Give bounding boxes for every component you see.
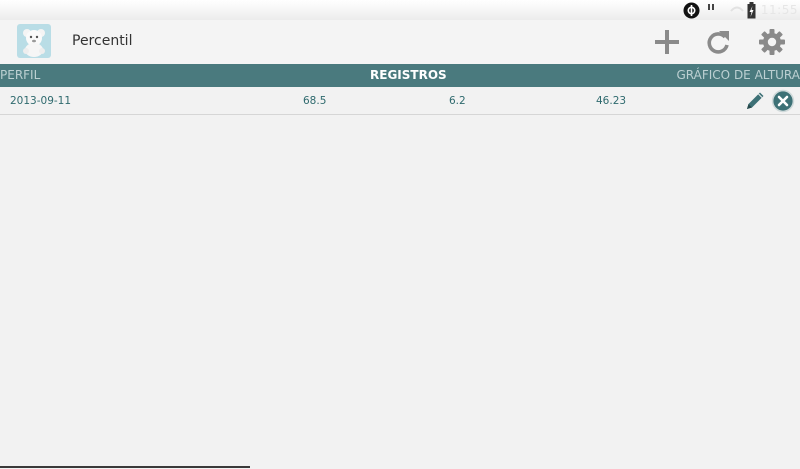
battery-icon: [747, 2, 756, 19]
screen: 11:55 Percentil PERFIL REGISTROS GRÁFICO…: [0, 0, 800, 469]
status-bar: 11:55: [0, 0, 800, 20]
tab-registros[interactable]: REGISTROS: [370, 68, 447, 82]
signal-icon: [708, 4, 714, 10]
page-title: Percentil: [72, 33, 133, 49]
scroll-indicator: [0, 466, 250, 468]
record-value: 68.5: [303, 95, 327, 107]
record-date: 2013-09-11: [10, 95, 72, 107]
teddy-bear-icon[interactable]: [17, 24, 51, 58]
list-item[interactable]: 2013-09-11 68.5 6.2 46.23: [0, 87, 800, 115]
records-list: 2013-09-11 68.5 6.2 46.23: [0, 87, 800, 115]
close-icon[interactable]: [771, 89, 795, 113]
record-value: 46.23: [596, 95, 627, 107]
notification-icon: [683, 2, 700, 19]
wifi-icon: [730, 6, 744, 12]
tab-grafico-altura[interactable]: GRÁFICO DE ALTURA: [677, 68, 800, 82]
refresh-icon[interactable]: [704, 28, 732, 56]
tab-strip: PERFIL REGISTROS GRÁFICO DE ALTURA: [0, 64, 800, 87]
plus-icon[interactable]: [653, 28, 681, 56]
gear-icon[interactable]: [758, 28, 786, 56]
action-bar: Percentil: [0, 20, 800, 64]
record-value: 6.2: [449, 95, 466, 107]
status-clock: 11:55: [760, 3, 798, 17]
pencil-icon[interactable]: [744, 90, 766, 112]
tab-perfil[interactable]: PERFIL: [0, 68, 40, 82]
